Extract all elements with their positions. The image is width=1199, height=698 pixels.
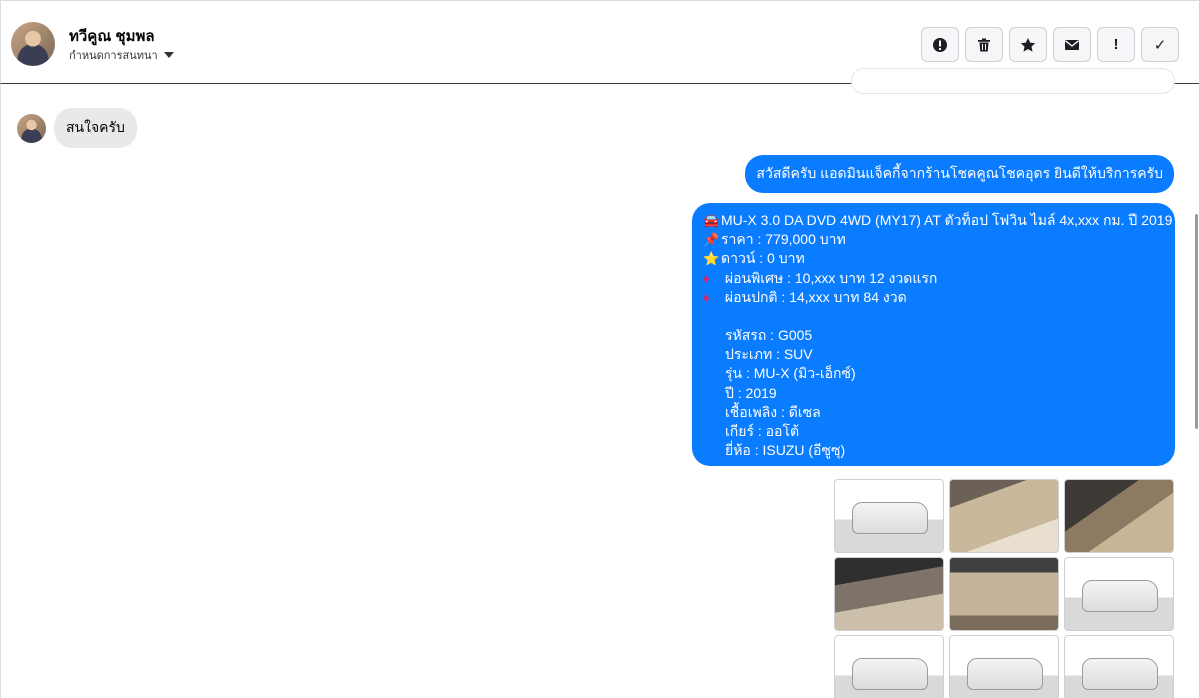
conversation-toolbar: ! ✓ xyxy=(921,27,1179,62)
car-exterior-front-photo[interactable] xyxy=(834,479,944,553)
conversation-schedule-dropdown[interactable]: กำหนดการสนทนา xyxy=(69,46,174,64)
down-payment-text: ดาวน์ : 0 บาท xyxy=(721,250,805,267)
exclamation-circle-icon xyxy=(933,37,947,52)
envelope-icon xyxy=(1065,39,1079,50)
car-gear: เกียร์ : ออโต้ xyxy=(725,423,800,440)
outgoing-car-details-bubble: 🚘 MU-X 3.0 DA DVD 4WD (MY17) AT ตัวท็อป โ… xyxy=(692,203,1175,466)
incoming-message-row: สนใจครับ xyxy=(17,108,137,148)
report-button[interactable] xyxy=(921,27,959,62)
contact-avatar[interactable] xyxy=(11,22,55,66)
car-exterior-rear-photo[interactable] xyxy=(1064,557,1174,631)
normal-installment-text: ผ่อนปกติ : 14,xxx บาท 84 งวด xyxy=(724,288,907,305)
star-emoji-icon: ⭐ xyxy=(703,251,720,267)
price-text: ราคา : 779,000 บาท xyxy=(721,231,846,248)
car-exterior-front-2-photo[interactable] xyxy=(834,635,944,698)
car-model: รุ่น : MU-X (มิว-เอ็กซ์) xyxy=(725,365,856,382)
mark-unread-button[interactable] xyxy=(1053,27,1091,62)
contact-name[interactable]: ทวีคูณ ชุมพล xyxy=(69,24,155,48)
car-title-line: 🚘 MU-X 3.0 DA DVD 4WD (MY17) AT ตัวท็อป โ… xyxy=(703,211,1172,230)
diamond-icon: ♦ xyxy=(703,289,710,305)
trash-icon xyxy=(978,38,990,51)
delete-button[interactable] xyxy=(965,27,1003,62)
caret-down-icon xyxy=(163,52,174,58)
car-front-seats-photo[interactable] xyxy=(949,557,1059,631)
car-exterior-side-photo[interactable] xyxy=(1064,635,1174,698)
diamond-icon: ♦ xyxy=(703,270,710,286)
normal-installment-line: ♦ ผ่อนปกติ : 14,xxx บาท 84 งวด xyxy=(703,288,1164,307)
car-photo-gallery xyxy=(834,479,1174,698)
pushpin-icon: 📌 xyxy=(703,232,720,248)
star-button[interactable] xyxy=(1009,27,1047,62)
done-button[interactable]: ✓ xyxy=(1141,27,1179,62)
thread-scrollbar[interactable] xyxy=(1195,214,1198,429)
car-exterior-rear-2-photo[interactable] xyxy=(949,635,1059,698)
important-button[interactable]: ! xyxy=(1097,27,1135,62)
schedule-label: กำหนดการสนทนา xyxy=(69,50,158,62)
exclamation-icon: ! xyxy=(1113,36,1119,53)
car-fuel: เชื้อเพลิง : ดีเซล xyxy=(725,403,821,420)
star-icon xyxy=(1020,37,1036,52)
car-brand: ยี่ห้อ : ISUZU (อีซูซุ) xyxy=(725,442,846,459)
car-icon: 🚘 xyxy=(703,213,720,228)
price-line: 📌 ราคา : 779,000 บาท xyxy=(703,230,1164,249)
special-installment-line: ♦ ผ่อนพิเศษ : 10,xxx บาท 12 งวดแรก xyxy=(703,269,1164,288)
car-type: ประเภท : SUV xyxy=(725,346,813,363)
previous-message-bubble xyxy=(851,68,1175,94)
car-code: รหัสรถ : G005 xyxy=(725,327,813,344)
sender-avatar[interactable] xyxy=(17,113,46,143)
message-thread[interactable]: สนใจครับ สวัสดีครับ แอดมินแจ็คกี้จากร้าน… xyxy=(0,68,1199,698)
car-title: MU-X 3.0 DA DVD 4WD (MY17) AT ตัวท็อป โฟ… xyxy=(721,212,1173,228)
car-gear-shifter-photo[interactable] xyxy=(1064,479,1174,553)
car-year: ปี : 2019 xyxy=(725,384,777,401)
outgoing-greeting-bubble: สวัสดีครับ แอดมินแจ็คกี้จากร้านโชคคูณโชค… xyxy=(745,155,1174,193)
car-door-interior-photo[interactable] xyxy=(949,479,1059,553)
special-installment-text: ผ่อนพิเศษ : 10,xxx บาท 12 งวดแรก xyxy=(724,269,938,286)
incoming-message-bubble: สนใจครับ xyxy=(54,108,137,148)
car-dashboard-photo[interactable] xyxy=(834,557,944,631)
check-icon: ✓ xyxy=(1153,36,1167,54)
down-payment-line: ⭐ ดาวน์ : 0 บาท xyxy=(703,249,1164,268)
